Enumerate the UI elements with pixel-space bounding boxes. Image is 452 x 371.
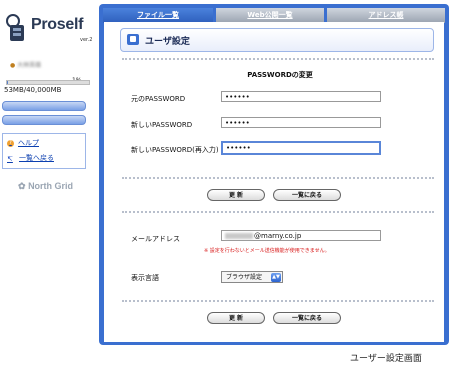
email-input[interactable]: @marny.co.jp <box>221 230 381 241</box>
back-link-label: 一覧へ戻る <box>19 154 54 162</box>
old-password-label: 元のPASSWORD <box>131 95 186 103</box>
new-password-label: 新しいPASSWORD <box>131 121 193 129</box>
select-arrow-icon: ▲▼ <box>271 273 281 282</box>
sidebar-bar-2 <box>2 115 86 125</box>
app-version: ver.2 <box>80 37 93 43</box>
update-settings-button[interactable]: 更 新 <box>207 312 265 324</box>
back-to-list-button[interactable]: 一覧に戻る <box>273 189 341 201</box>
help-link[interactable]: ? ヘルプ <box>7 138 39 148</box>
language-select-value: ブラウザ設定 <box>226 274 263 281</box>
old-password-input[interactable]: •••••• <box>221 91 381 102</box>
user-settings-icon <box>127 34 139 45</box>
divider <box>122 177 434 179</box>
page-header: ユーザ設定 <box>120 28 434 52</box>
help-icon: ? <box>7 139 14 147</box>
tab-file-list[interactable]: ファイル一覧 <box>103 8 213 23</box>
sidebar-bar-1 <box>2 101 86 111</box>
update-password-button[interactable]: 更 新 <box>207 189 265 201</box>
divider <box>122 211 434 213</box>
sidebar: Proself ver.2 ● 大林英雄 1% 53MB/40,000MB ? … <box>0 0 97 345</box>
user-name: 大林英雄 <box>17 62 42 69</box>
north-grid-logo: ✿ North Grid <box>18 181 73 192</box>
quota-text: 53MB/40,000MB <box>4 86 62 94</box>
divider <box>122 58 434 60</box>
figure-caption: ユーザー設定画面 <box>350 354 422 364</box>
north-grid-label: North Grid <box>28 181 74 191</box>
divider <box>122 300 434 302</box>
language-select[interactable]: ブラウザ設定 ▲▼ <box>221 271 283 283</box>
confirm-password-input[interactable]: •••••• <box>221 141 381 155</box>
back-arrow-icon: ↸ <box>7 155 13 163</box>
password-section-title: PASSWORDの変更 <box>247 71 313 79</box>
language-label: 表示言語 <box>131 274 159 282</box>
sidebar-links: ? ヘルプ ↸ 一覧へ戻る <box>2 133 86 169</box>
user-icon: ● <box>10 62 16 69</box>
user-info: ● 大林英雄 <box>10 60 41 69</box>
email-local-part-redacted <box>225 233 253 239</box>
proself-logo: Proself ver.2 <box>4 6 96 46</box>
quota-fill <box>7 81 8 84</box>
new-password-input[interactable]: •••••• <box>221 117 381 128</box>
email-warning: ※ 設定を行わないとメール送信機能が使用できません。 <box>204 248 330 254</box>
proself-logo-icon <box>6 14 24 41</box>
back-to-list-button-2[interactable]: 一覧に戻る <box>273 312 341 324</box>
tab-address-book[interactable]: アドレス帳 <box>327 8 445 23</box>
back-to-list-link[interactable]: ↸ 一覧へ戻る <box>7 153 54 163</box>
help-link-label: ヘルプ <box>18 139 39 147</box>
page-title: ユーザ設定 <box>145 37 190 47</box>
tab-web-public-list[interactable]: Web公開一覧 <box>216 8 324 23</box>
email-domain: @marny.co.jp <box>254 232 302 240</box>
email-label: メールアドレス <box>131 235 180 243</box>
app-name: Proself <box>31 16 84 33</box>
north-grid-icon: ✿ <box>18 181 26 191</box>
confirm-password-label: 新しいPASSWORD(再入力) <box>131 146 219 154</box>
quota-bar <box>6 80 90 85</box>
